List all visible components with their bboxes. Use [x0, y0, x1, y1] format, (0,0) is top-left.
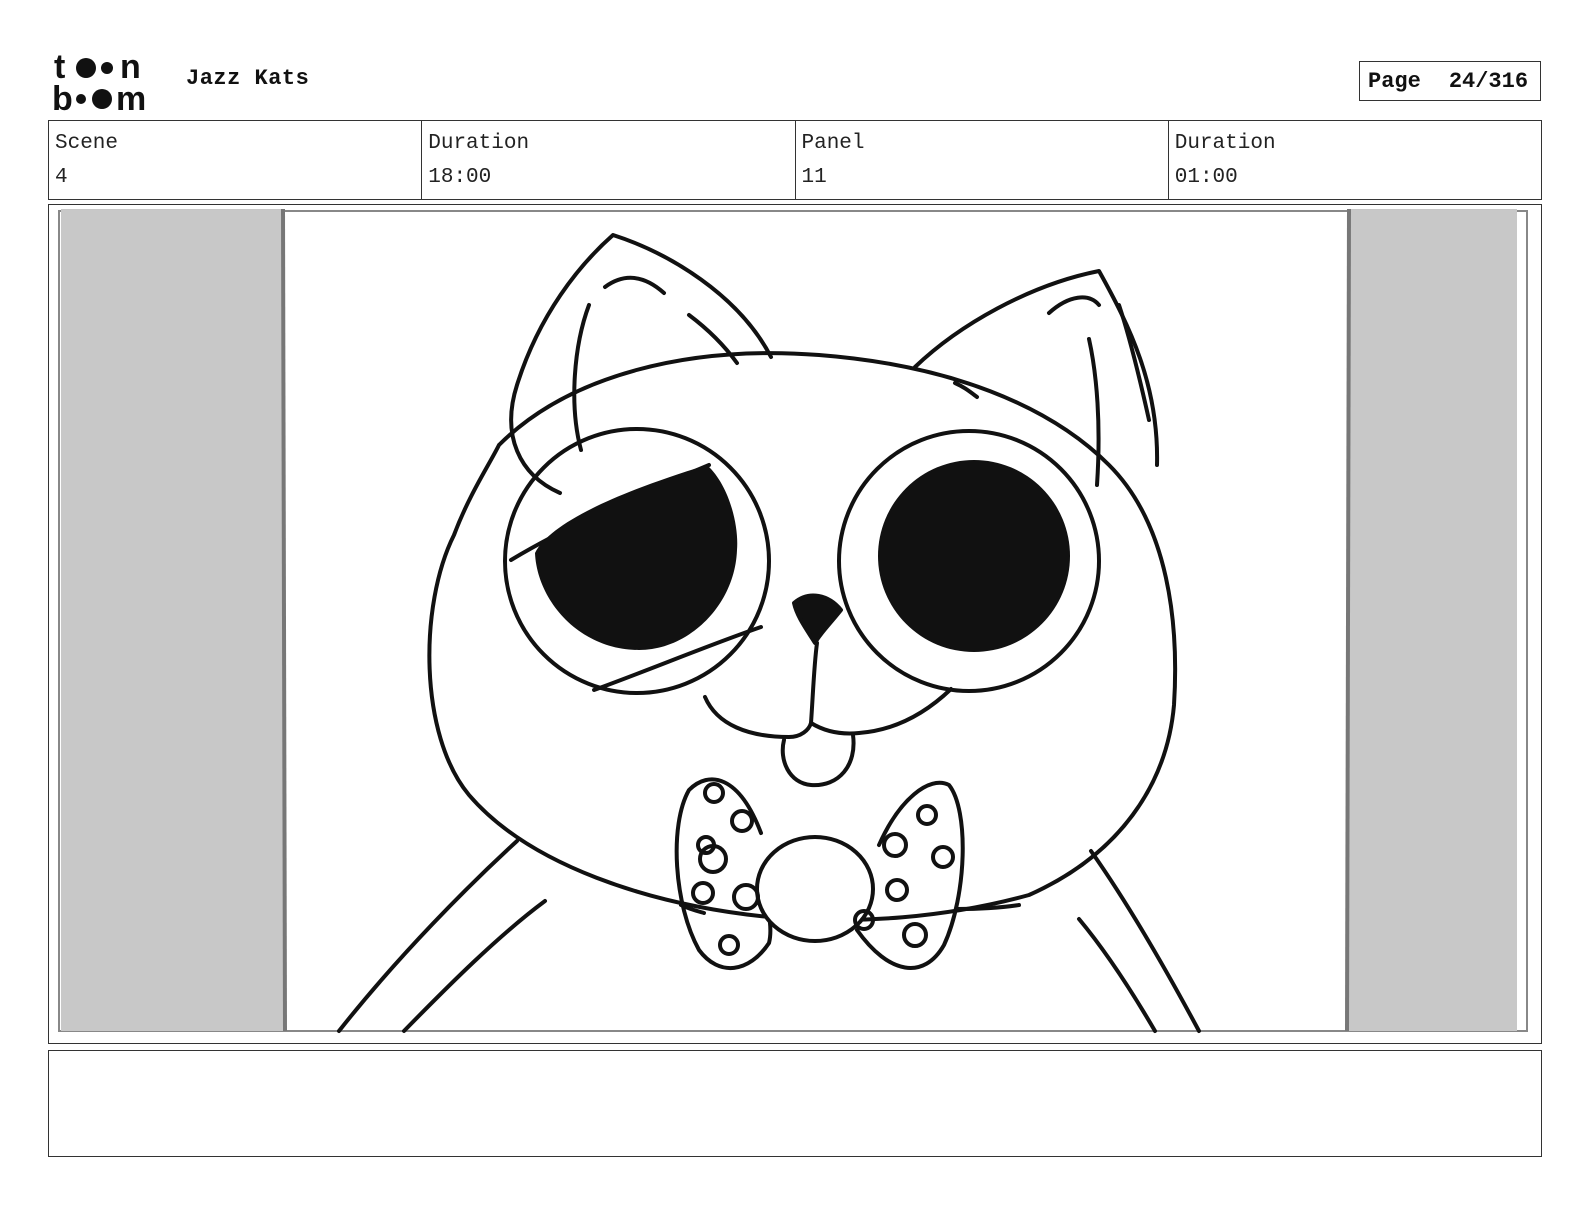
- scene-value: 4: [55, 166, 68, 189]
- scene-info-table: Scene 4 Duration 18:00 Panel 11 Duration…: [48, 120, 1542, 200]
- toonboom-logo: t n b m: [52, 50, 146, 112]
- page-number: 24/316: [1448, 68, 1529, 94]
- scene-label: Scene: [55, 132, 119, 155]
- panel-label: Panel: [801, 132, 865, 155]
- storyboard-panel: [48, 204, 1542, 1044]
- scene-cell: Scene 4: [49, 121, 423, 199]
- panel-duration-value: 01:00: [1174, 166, 1238, 189]
- page-indicator: Page 24/316: [1359, 61, 1541, 101]
- panel-duration-cell: Duration 01:00: [1169, 121, 1541, 199]
- scene-duration-value: 18:00: [428, 166, 492, 189]
- project-title: Jazz Kats: [186, 66, 310, 91]
- scene-duration-label: Duration: [428, 132, 530, 155]
- panel-value: 11: [801, 166, 827, 189]
- svg-text:m: m: [116, 80, 146, 112]
- panel-notes-box: [48, 1050, 1542, 1157]
- scene-duration-cell: Duration 18:00: [422, 121, 796, 199]
- page-label: Page: [1368, 68, 1421, 94]
- panel-cell: Panel 11: [796, 121, 1169, 199]
- right-safe-area-bar: [1349, 209, 1517, 1031]
- cat-sketch: [58, 208, 1528, 1033]
- right-pupil: [878, 460, 1070, 652]
- left-safe-area-bar: [61, 209, 283, 1031]
- left-pupil: [535, 465, 738, 650]
- svg-text:b: b: [52, 80, 73, 112]
- panel-duration-label: Duration: [1174, 132, 1276, 155]
